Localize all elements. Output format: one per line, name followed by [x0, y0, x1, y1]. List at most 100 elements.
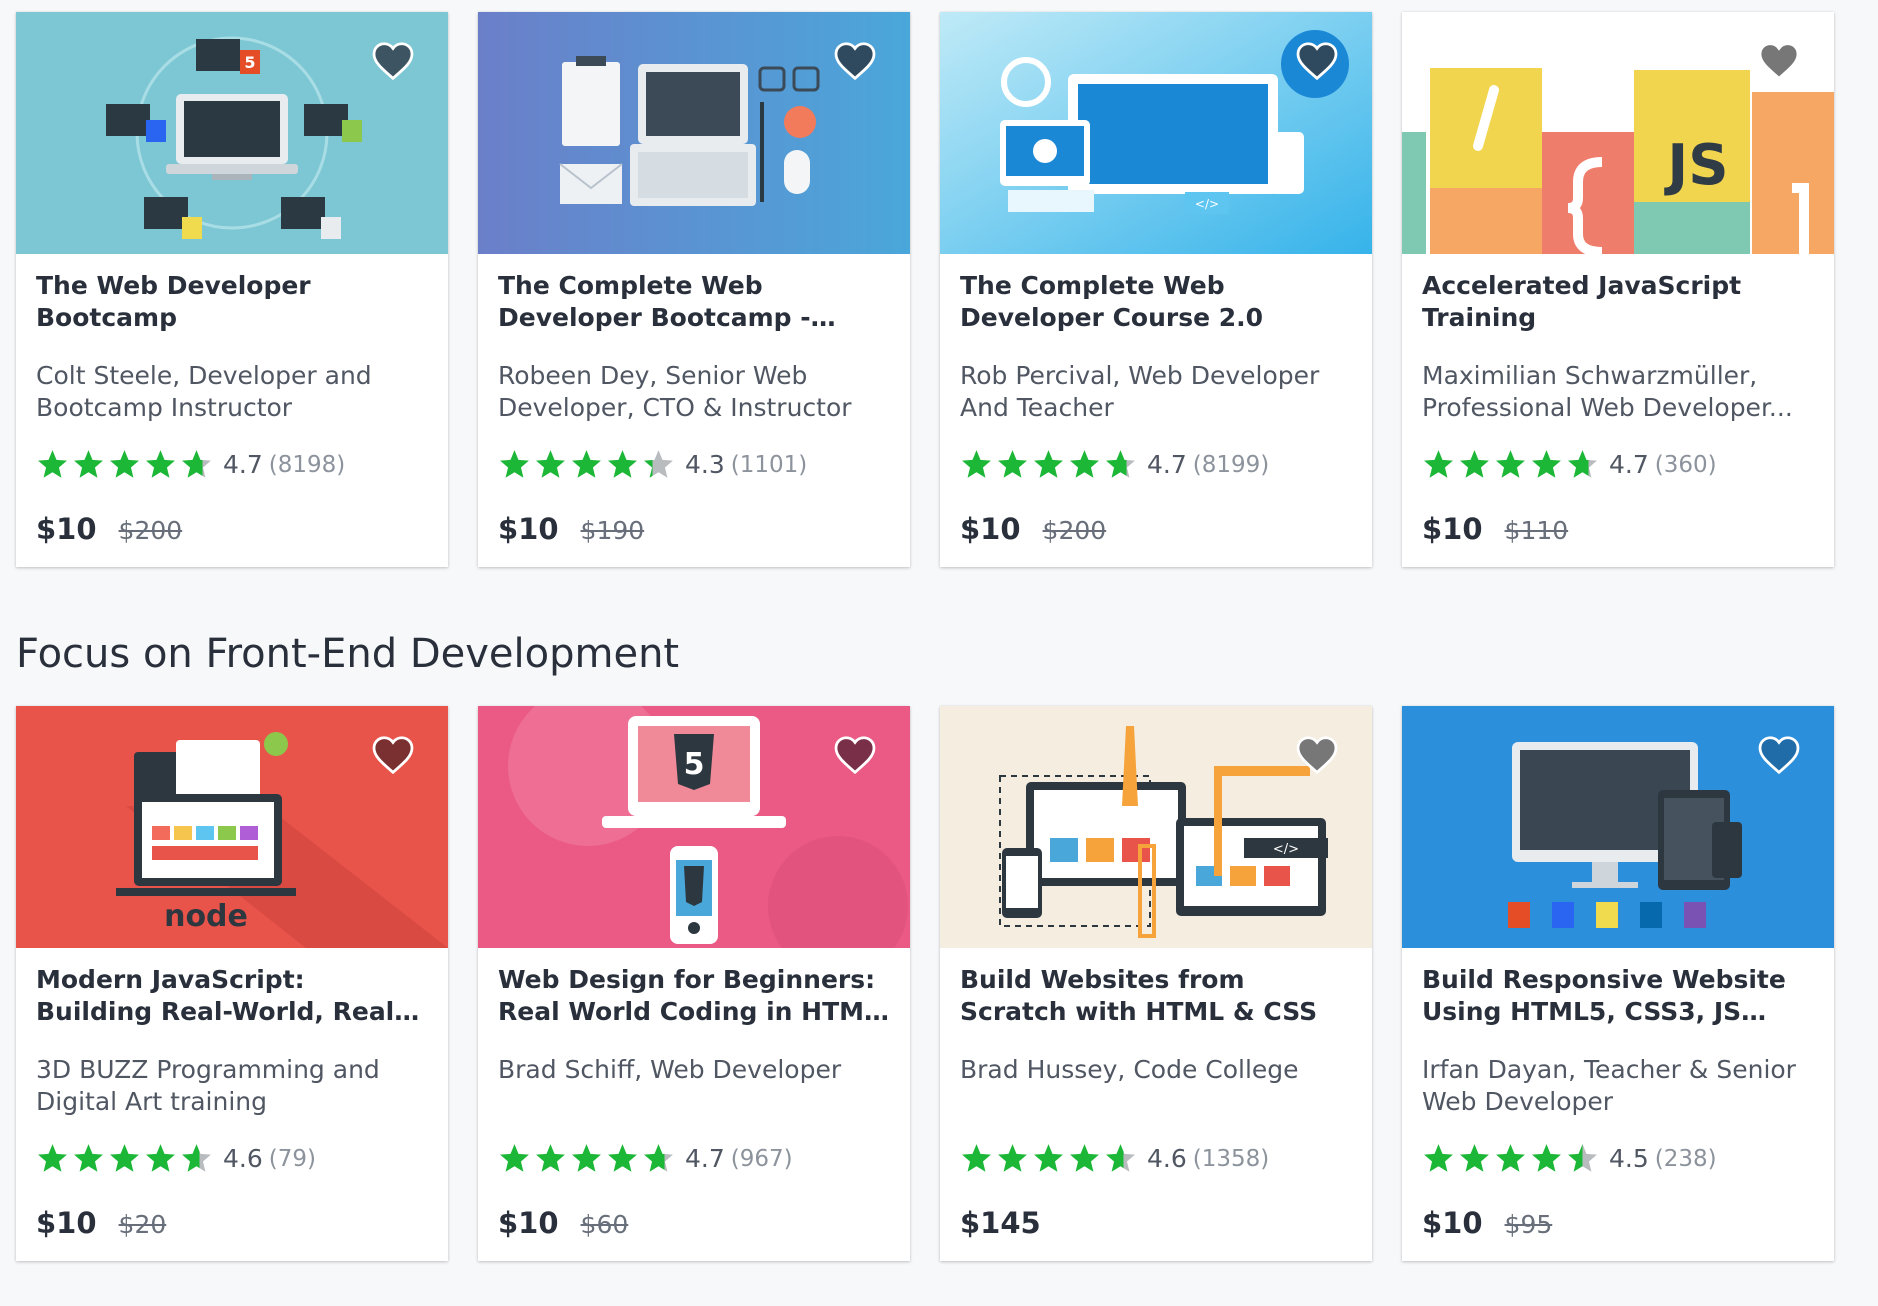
current-price: $145: [960, 1206, 1041, 1240]
course-rating: 4.3 (1101): [498, 448, 807, 481]
star-icon: [1034, 1144, 1063, 1172]
course-rating: 4.5 (238): [1422, 1142, 1717, 1175]
star-icon: [146, 1144, 175, 1172]
star-icon: [1460, 450, 1489, 478]
star-icon: [1568, 450, 1597, 478]
course-price: $145: [960, 1206, 1063, 1240]
wishlist-heart-icon[interactable]: [372, 736, 414, 774]
original-price: $200: [1042, 516, 1107, 545]
star-icon: [182, 450, 211, 478]
star-icon: [572, 450, 601, 478]
star-icon: [572, 1144, 601, 1172]
course-card[interactable]: node Modern JavaScript: Building Real-Wo…: [16, 706, 448, 1261]
course-author: Rob Percival, Web Developer And Teacher: [960, 361, 1320, 422]
course-card[interactable]: JS Accelerated JavaScript Training Maxim…: [1402, 12, 1834, 567]
star-icon: [1106, 450, 1135, 478]
star-icon: [1460, 1144, 1489, 1172]
star-icon: [110, 1144, 139, 1172]
star-icon: [500, 1144, 529, 1172]
course-title[interactable]: Build Responsive Website Using HTML5, CS…: [1422, 964, 1814, 1028]
course-thumbnail[interactable]: </>: [940, 12, 1372, 254]
course-author: Maximilian Schwarzmüller, Professional W…: [1422, 361, 1793, 422]
course-title[interactable]: The Web Developer Bootcamp: [36, 270, 428, 334]
wishlist-heart-icon[interactable]: [834, 736, 876, 774]
course-row-featured: 5 The Web Developer Bootcamp Colt Steele…: [16, 12, 1834, 567]
course-title[interactable]: The Complete Web Developer Course 2.0: [960, 270, 1352, 334]
star-rating: [960, 1142, 1137, 1175]
review-count: (1101): [730, 451, 808, 478]
wishlist-heart-icon[interactable]: [372, 42, 414, 80]
course-card[interactable]: Build Responsive Website Using HTML5, CS…: [1402, 706, 1834, 1261]
current-price: $10: [498, 1206, 559, 1240]
course-thumbnail[interactable]: 5: [16, 12, 448, 254]
rating-value: 4.5: [1609, 1144, 1649, 1173]
wishlist-heart-icon[interactable]: [1296, 736, 1338, 774]
star-icon: [1568, 1144, 1597, 1172]
current-price: $10: [1422, 1206, 1483, 1240]
course-rating: 4.6 (79): [36, 1142, 316, 1175]
course-thumbnail[interactable]: [1402, 706, 1834, 948]
course-title[interactable]: Build Websites from Scratch with HTML & …: [960, 964, 1352, 1028]
original-price: $200: [118, 516, 183, 545]
star-icon: [500, 450, 529, 478]
star-icon: [1496, 1144, 1525, 1172]
course-author: Brad Hussey, Code College: [960, 1055, 1299, 1084]
star-icon: [146, 450, 175, 478]
current-price: $10: [960, 512, 1021, 546]
js-logo-text: JS: [1663, 133, 1728, 198]
review-count: (79): [268, 1145, 316, 1172]
star-icon: [1070, 450, 1099, 478]
current-price: $10: [498, 512, 559, 546]
course-card[interactable]: 5 Web Design for Beginners: Real World C…: [478, 706, 910, 1261]
course-thumbnail[interactable]: [478, 12, 910, 254]
course-thumbnail[interactable]: </>: [940, 706, 1372, 948]
course-thumbnail[interactable]: node: [16, 706, 448, 948]
course-price: $10 $20: [36, 1206, 166, 1240]
html5-logo-text: 5: [244, 53, 255, 72]
course-rating: 4.7 (8199): [960, 448, 1269, 481]
course-thumbnail[interactable]: JS: [1402, 12, 1834, 254]
course-card[interactable]: </> The Complete Web Developer Course 2.…: [940, 12, 1372, 567]
star-icon: [182, 1144, 211, 1172]
star-icon: [1424, 450, 1453, 478]
star-rating: [36, 1142, 213, 1175]
course-thumbnail[interactable]: 5: [478, 706, 910, 948]
rating-value: 4.7: [1147, 450, 1187, 479]
rating-value: 4.7: [685, 1144, 725, 1173]
course-title[interactable]: Web Design for Beginners: Real World Cod…: [498, 964, 890, 1028]
course-title[interactable]: Modern JavaScript: Building Real-World, …: [36, 964, 428, 1028]
original-price: $20: [118, 1210, 167, 1239]
star-rating: [1422, 1142, 1599, 1175]
original-price: $190: [580, 516, 645, 545]
wishlist-heart-icon[interactable]: [834, 42, 876, 80]
current-price: $10: [1422, 512, 1483, 546]
star-icon: [608, 450, 637, 478]
course-author: Brad Schiff, Web Developer: [498, 1055, 842, 1084]
course-title[interactable]: The Complete Web Developer Bootcamp - Be…: [498, 270, 890, 334]
course-title[interactable]: Accelerated JavaScript Training: [1422, 270, 1814, 334]
star-icon: [536, 450, 565, 478]
current-price: $10: [36, 512, 97, 546]
star-rating: [1422, 448, 1599, 481]
html5-logo-text: 5: [684, 747, 705, 782]
star-icon: [998, 450, 1027, 478]
wishlist-heart-icon[interactable]: [1758, 736, 1800, 774]
course-author: 3D BUZZ Programming and Digital Art trai…: [36, 1055, 380, 1116]
star-rating: [498, 1142, 675, 1175]
course-card[interactable]: 5 The Web Developer Bootcamp Colt Steele…: [16, 12, 448, 567]
original-price: $110: [1504, 516, 1569, 545]
wishlist-heart-icon[interactable]: [1758, 42, 1800, 80]
course-card[interactable]: The Complete Web Developer Bootcamp - Be…: [478, 12, 910, 567]
course-row-front-end: node Modern JavaScript: Building Real-Wo…: [16, 706, 1834, 1261]
wishlist-heart-icon[interactable]: [1296, 42, 1338, 80]
star-icon: [962, 450, 991, 478]
code-tag-text: </>: [1195, 197, 1219, 211]
star-icon: [38, 1144, 67, 1172]
course-rating: 4.7 (360): [1422, 448, 1717, 481]
course-rating: 4.7 (967): [498, 1142, 793, 1175]
course-card[interactable]: </> Build Websites from Scratch with HTM…: [940, 706, 1372, 1261]
course-price: $10 $60: [498, 1206, 628, 1240]
original-price: $95: [1504, 1210, 1553, 1239]
review-count: (1358): [1192, 1145, 1270, 1172]
section-title: Focus on Front-End Development: [16, 631, 680, 677]
